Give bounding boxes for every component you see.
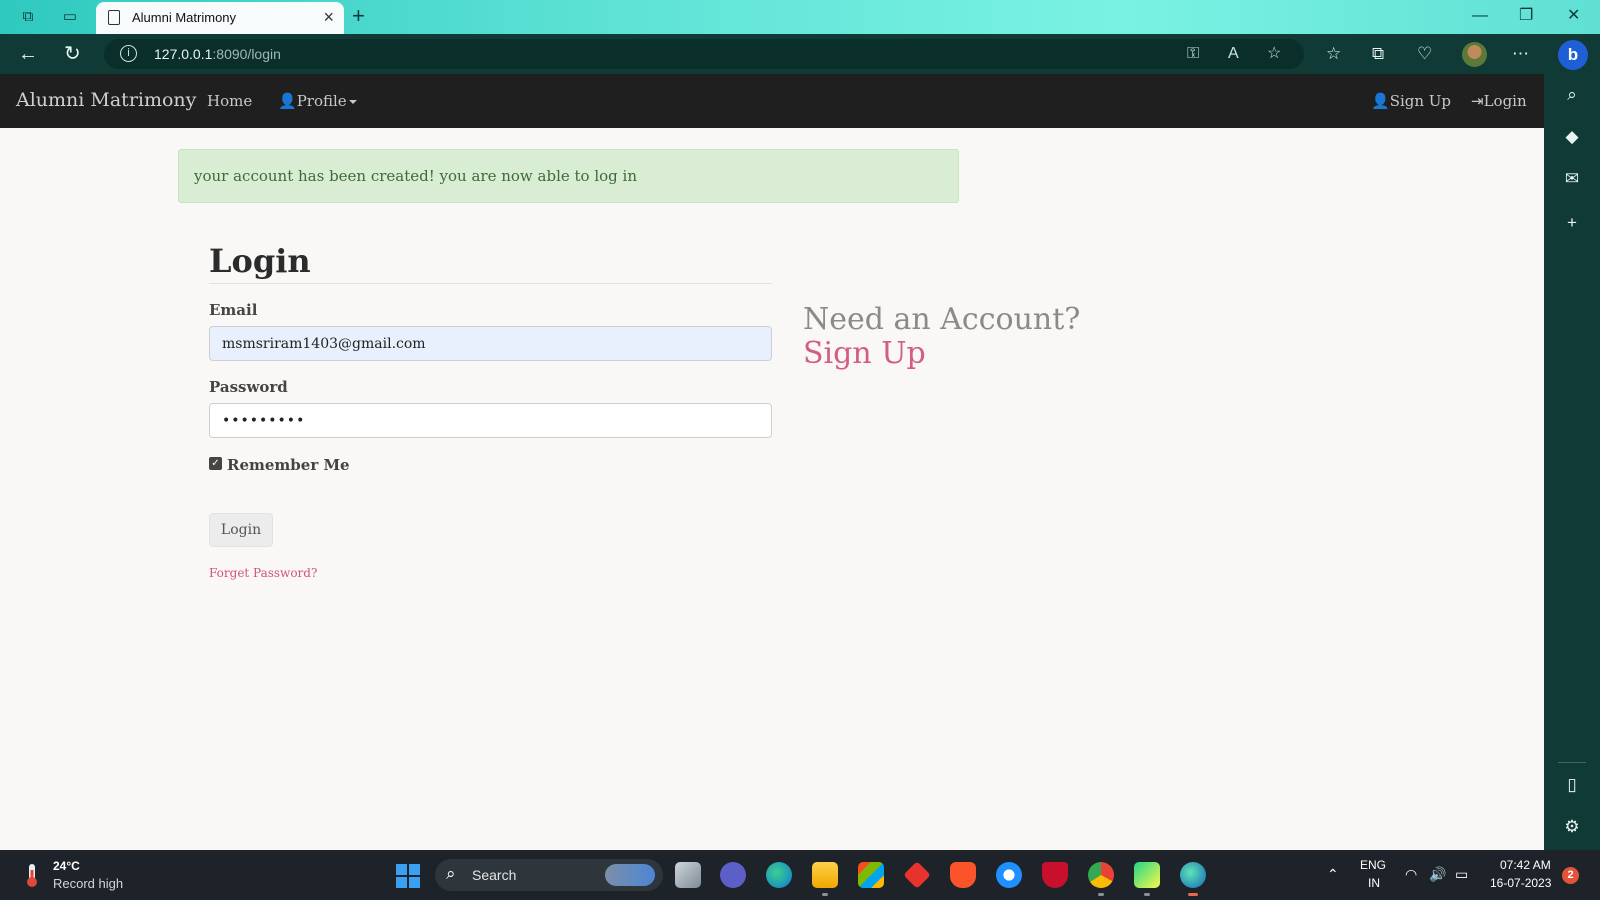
favorite-star-icon[interactable]: ☆: [1267, 44, 1281, 64]
hide-sidebar-icon[interactable]: ▯: [1544, 774, 1600, 796]
site-info-icon[interactable]: i: [120, 45, 137, 62]
close-tab-icon[interactable]: ×: [323, 7, 334, 27]
help-app-icon[interactable]: [996, 862, 1022, 888]
password-field[interactable]: [209, 403, 772, 438]
weather-desc[interactable]: Record high: [53, 876, 123, 891]
nav-signup-label: Sign Up: [1389, 92, 1452, 110]
remember-label: Remember Me: [227, 456, 350, 474]
mcafee-icon[interactable]: [1042, 862, 1068, 888]
email-label: Email: [209, 301, 258, 319]
favorites-icon[interactable]: ☆: [1326, 43, 1341, 65]
clock-date[interactable]: 16-07-2023: [1490, 876, 1551, 890]
user-icon: 👤: [1371, 92, 1390, 110]
edge-sidebar: ⌕ ◆ ✉ + ▯ ⚙: [1544, 74, 1600, 850]
nav-profile-label: Profile: [296, 92, 347, 110]
browser-essentials-icon[interactable]: ♡: [1417, 43, 1432, 65]
brand-link[interactable]: Alumni Matrimony: [16, 89, 196, 111]
edge-dev-icon[interactable]: [1180, 862, 1206, 896]
collections-icon[interactable]: ⧉: [1372, 43, 1384, 65]
workspaces-icon[interactable]: ⧉: [18, 7, 38, 27]
copilot-icon[interactable]: b: [1558, 40, 1588, 70]
clock-time[interactable]: 07:42 AM: [1500, 858, 1551, 872]
task-view-icon[interactable]: [675, 862, 701, 888]
wifi-icon[interactable]: ◠: [1405, 865, 1417, 883]
new-tab-icon[interactable]: +: [352, 4, 365, 28]
microsoft-store-icon[interactable]: [858, 862, 884, 888]
windows-taskbar: 24°C Record high ⌕ Search ⌃ ENG IN ◠ 🔊 ▭…: [0, 850, 1600, 900]
forgot-password-link[interactable]: Forget Password?: [209, 566, 317, 580]
git-app-icon[interactable]: [903, 861, 931, 889]
add-sidebar-app-icon[interactable]: +: [1544, 212, 1600, 234]
nav-login-label: Login: [1483, 92, 1527, 110]
email-field[interactable]: [209, 326, 772, 361]
browser-tab-active[interactable]: Alumni Matrimony ×: [96, 2, 344, 34]
remember-checkbox[interactable]: ✓: [209, 457, 222, 470]
url-text: 127.0.0.1:8090/login: [154, 46, 281, 62]
nav-home-link[interactable]: Home: [207, 92, 252, 110]
more-options-icon[interactable]: ⋯: [1512, 43, 1529, 65]
sidebar-search-icon[interactable]: ⌕: [1544, 84, 1600, 106]
teams-chat-icon[interactable]: [720, 862, 746, 888]
brave-icon[interactable]: [950, 862, 976, 888]
close-window-icon[interactable]: ✕: [1567, 6, 1580, 26]
url-host: 127.0.0.1: [154, 46, 213, 62]
edge-icon[interactable]: [766, 862, 792, 888]
file-explorer-icon[interactable]: [812, 862, 838, 896]
weather-temp[interactable]: 24°C: [53, 859, 80, 873]
profile-avatar[interactable]: [1462, 42, 1487, 67]
taskbar-search[interactable]: ⌕ Search: [435, 859, 663, 891]
restore-icon[interactable]: ❐: [1519, 6, 1533, 26]
sidebar-settings-icon[interactable]: ⚙: [1544, 816, 1600, 838]
tab-title: Alumni Matrimony: [132, 10, 237, 25]
nav-signup-link[interactable]: 👤Sign Up: [1371, 92, 1451, 110]
read-aloud-icon[interactable]: A: [1228, 44, 1239, 64]
language-top[interactable]: ENG: [1360, 858, 1386, 872]
battery-icon[interactable]: ▭: [1455, 865, 1468, 883]
login-heading: Login: [209, 242, 311, 280]
login-icon: ⇥: [1471, 92, 1484, 110]
notification-badge[interactable]: 2: [1562, 867, 1579, 884]
chrome-icon[interactable]: [1088, 862, 1114, 896]
alert-message: your account has been created! you are n…: [194, 167, 638, 185]
login-button[interactable]: Login: [209, 513, 273, 547]
address-bar[interactable]: i 127.0.0.1:8090/login ⚿ A ☆: [104, 39, 1304, 69]
heading-divider: [209, 283, 772, 284]
windows-start-icon[interactable]: [396, 864, 420, 888]
success-alert: your account has been created! you are n…: [178, 149, 959, 203]
language-bottom[interactable]: IN: [1368, 876, 1380, 890]
browser-toolbar: ← ↻ i 127.0.0.1:8090/login ⚿ A ☆ ☆ ⧉ ♡ ⋯: [0, 34, 1600, 74]
page-icon: [108, 10, 120, 25]
minimize-icon[interactable]: —: [1472, 6, 1488, 26]
volume-icon[interactable]: 🔊: [1429, 865, 1446, 883]
browser-tab-bar: ⧉ ▭ Alumni Matrimony × + — ❐ ✕: [0, 0, 1600, 34]
pycharm-icon[interactable]: [1134, 862, 1160, 896]
show-hidden-icons-chevron-icon[interactable]: ⌃: [1327, 865, 1339, 883]
taskbar-search-label: Search: [472, 867, 517, 883]
refresh-icon[interactable]: ↻: [64, 43, 81, 65]
thermometer-icon[interactable]: [22, 862, 42, 888]
site-navbar: Alumni Matrimony Home 👤Profile 👤Sign Up …: [0, 74, 1544, 128]
sidebar-copilot-icon[interactable]: ◆: [1544, 126, 1600, 148]
tab-actions-icon[interactable]: ▭: [60, 7, 80, 27]
url-path: :8090/login: [212, 46, 281, 62]
sidebar-divider: [1558, 762, 1586, 763]
need-account-heading: Need an Account?: [803, 302, 1081, 337]
back-icon[interactable]: ←: [18, 43, 38, 65]
password-label: Password: [209, 378, 288, 396]
search-highlight-image: [605, 864, 655, 886]
caret-down-icon: [348, 100, 357, 104]
signup-link[interactable]: Sign Up: [803, 336, 926, 371]
search-icon: ⌕: [446, 864, 456, 883]
nav-profile-dropdown[interactable]: 👤Profile: [278, 92, 357, 110]
outlook-icon[interactable]: ✉: [1544, 168, 1600, 190]
user-icon: 👤: [278, 92, 297, 110]
password-key-icon[interactable]: ⚿: [1187, 44, 1199, 64]
nav-login-link[interactable]: ⇥Login: [1471, 92, 1527, 110]
